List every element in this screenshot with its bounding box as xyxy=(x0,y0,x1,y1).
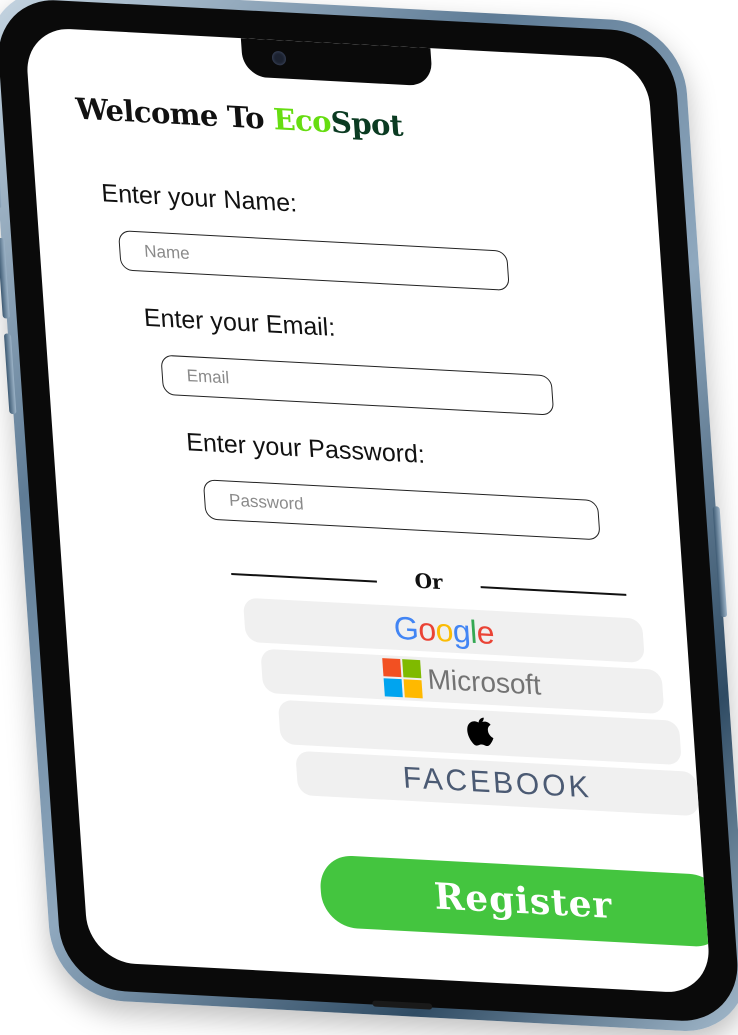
microsoft-icon xyxy=(382,658,423,699)
microsoft-label: Microsoft xyxy=(426,663,542,701)
register-form: Welcome To EcoSpot Enter your Name: Ente… xyxy=(24,27,712,995)
page-title: Welcome To EcoSpot xyxy=(75,92,404,143)
password-label: Enter your Password: xyxy=(185,428,426,469)
brand-spot: Spot xyxy=(329,104,404,143)
screen-border: Welcome To EcoSpot Enter your Name: Ente… xyxy=(0,0,738,1024)
brand-eco: Eco xyxy=(272,101,333,140)
phone-frame: Welcome To EcoSpot Enter your Name: Ente… xyxy=(0,0,738,1035)
name-field[interactable] xyxy=(117,230,510,291)
email-label: Enter your Email: xyxy=(142,303,337,342)
password-field[interactable] xyxy=(202,479,601,541)
title-prefix: Welcome To xyxy=(74,91,275,137)
apple-icon xyxy=(467,717,494,747)
divider-line-left xyxy=(231,572,377,583)
email-field[interactable] xyxy=(160,354,555,416)
divider-text: Or xyxy=(413,568,444,595)
name-label: Enter your Name: xyxy=(100,179,298,218)
microsoft-logo: Microsoft xyxy=(382,658,542,705)
register-button[interactable]: Register xyxy=(318,854,712,949)
facebook-label: FACEBOOK xyxy=(401,761,593,805)
divider-line-right xyxy=(480,586,627,596)
phone-screen: Welcome To EcoSpot Enter your Name: Ente… xyxy=(24,26,712,995)
google-logo: Google xyxy=(392,609,496,651)
